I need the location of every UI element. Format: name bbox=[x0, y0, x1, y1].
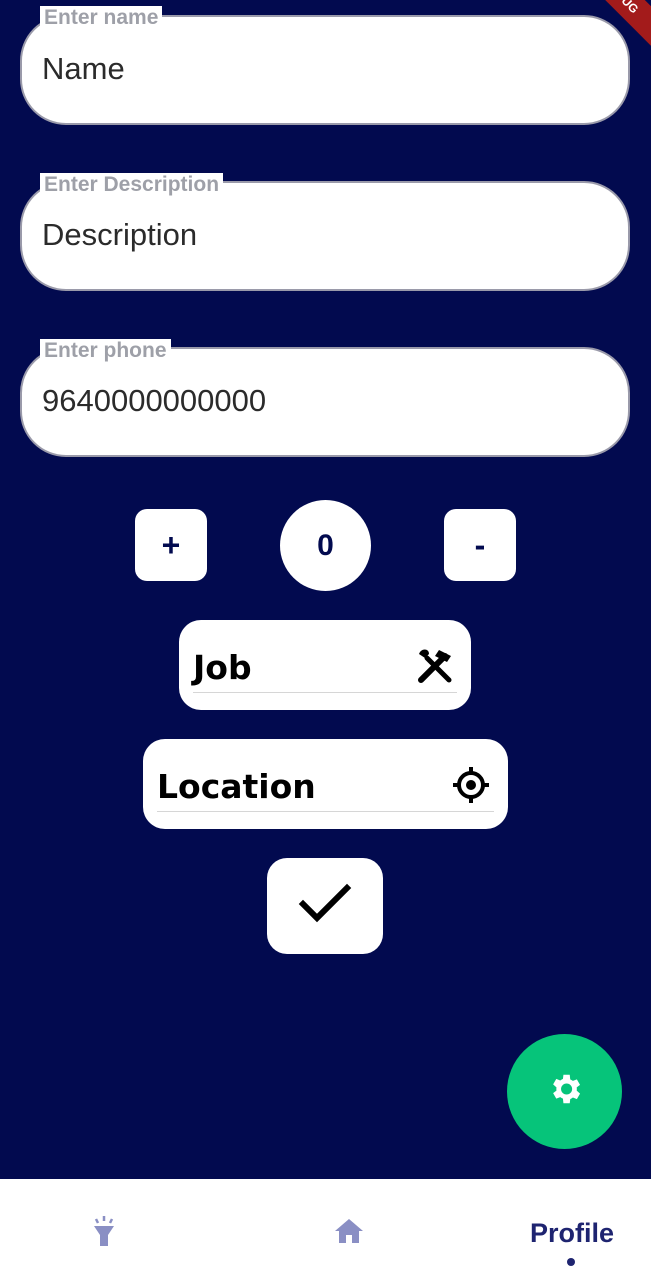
nav-item-home[interactable] bbox=[331, 1215, 367, 1251]
plus-label: + bbox=[161, 526, 181, 563]
job-button[interactable]: Job bbox=[179, 620, 471, 710]
gps-target-icon bbox=[451, 765, 491, 810]
counter-value-badge: 0 bbox=[280, 500, 371, 591]
increment-button[interactable]: + bbox=[135, 509, 207, 581]
nav-profile-label: Profile bbox=[529, 1217, 615, 1248]
flashlight-icon bbox=[89, 1215, 119, 1252]
location-underline bbox=[157, 811, 494, 812]
active-indicator-dot bbox=[567, 1258, 575, 1266]
description-label: Enter Description bbox=[40, 173, 224, 197]
settings-fab[interactable] bbox=[507, 1034, 622, 1149]
bottom-nav: Profile bbox=[0, 1179, 651, 1280]
job-underline bbox=[193, 692, 457, 693]
confirm-button[interactable] bbox=[267, 858, 383, 954]
location-label: Location bbox=[157, 767, 316, 806]
check-icon bbox=[297, 882, 353, 931]
gear-icon bbox=[546, 1070, 584, 1113]
minus-label: - bbox=[474, 526, 486, 563]
phone-label: Enter phone bbox=[40, 339, 171, 363]
job-label: Job bbox=[193, 648, 252, 687]
nav-item-flashlight[interactable] bbox=[86, 1215, 122, 1251]
nav-item-profile[interactable]: Profile bbox=[520, 1215, 624, 1251]
decrement-button[interactable]: - bbox=[444, 509, 516, 581]
name-value[interactable]: Name bbox=[42, 51, 125, 87]
name-field[interactable]: Name bbox=[20, 15, 630, 125]
description-value[interactable]: Description bbox=[42, 217, 197, 253]
phone-field[interactable]: 9640000000000 bbox=[20, 347, 630, 457]
phone-value[interactable]: 9640000000000 bbox=[42, 383, 266, 419]
location-button[interactable]: Location bbox=[143, 739, 508, 829]
counter-value: 0 bbox=[317, 528, 334, 562]
description-field[interactable]: Description bbox=[20, 181, 630, 291]
name-label: Enter name bbox=[40, 6, 163, 30]
hammer-wrench-icon bbox=[415, 646, 455, 691]
home-icon bbox=[334, 1217, 364, 1250]
